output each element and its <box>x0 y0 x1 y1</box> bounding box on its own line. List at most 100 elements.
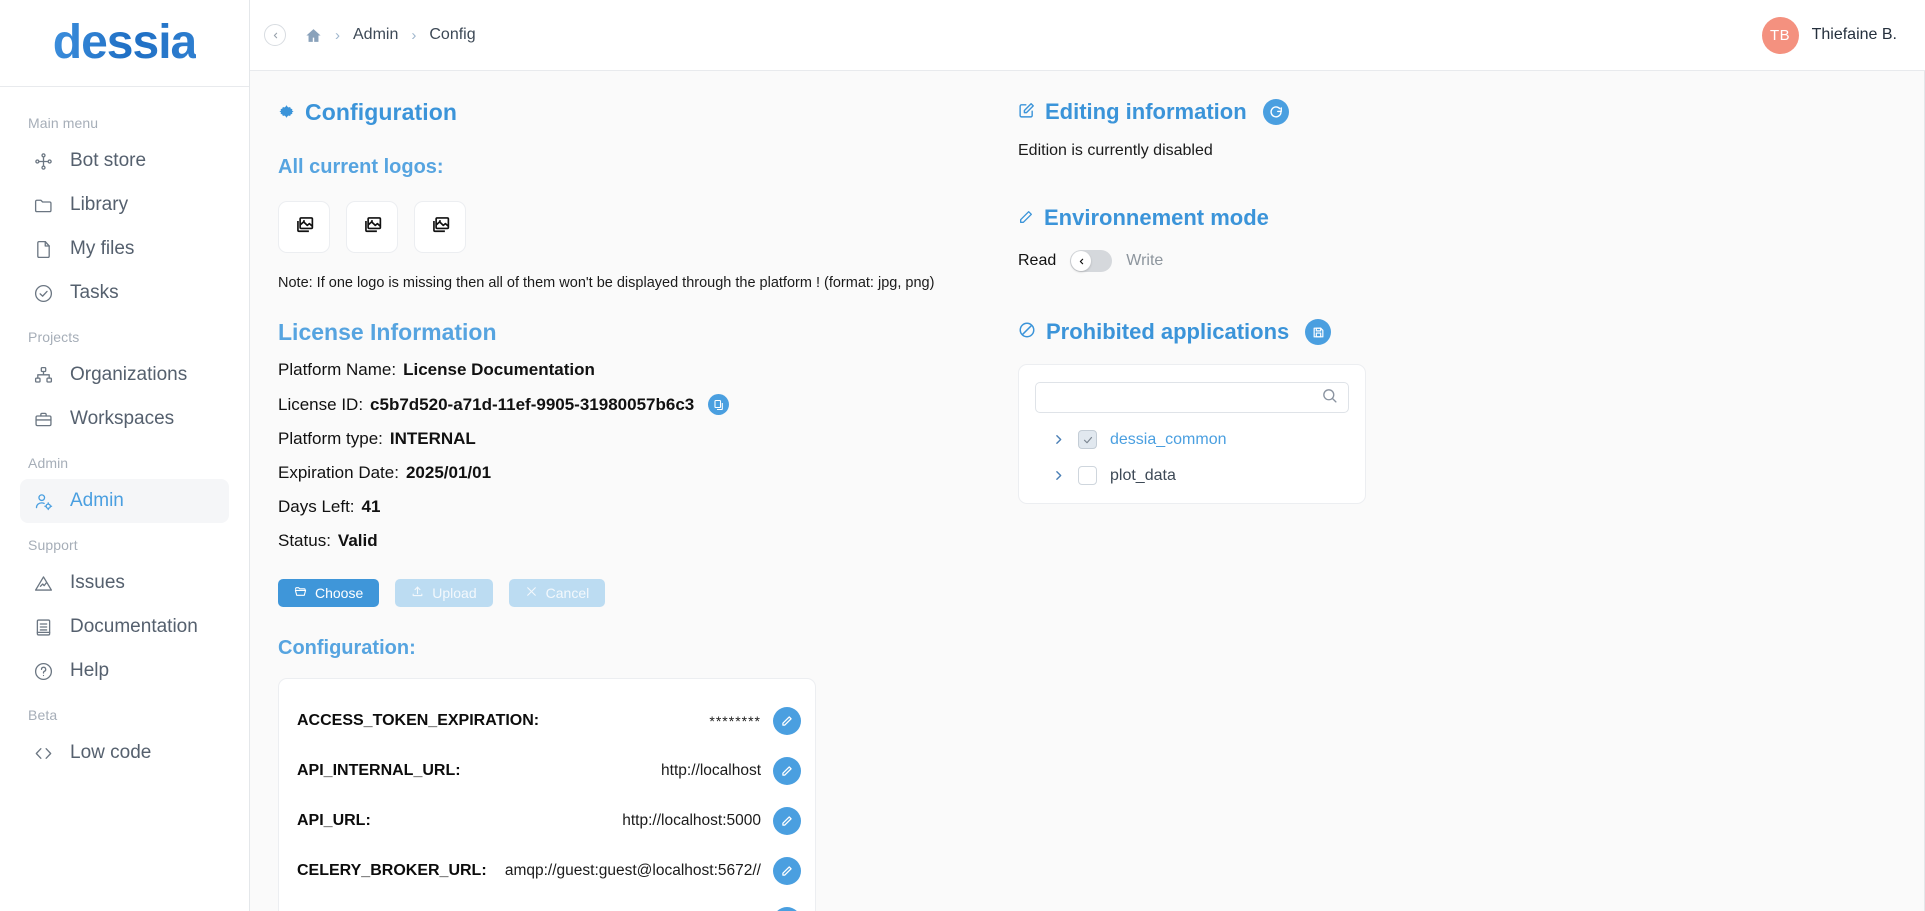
license-title: License Information <box>278 319 497 345</box>
logo-thumb-2[interactable] <box>346 201 398 253</box>
image-icon <box>430 214 451 240</box>
upload-button[interactable]: Upload <box>395 579 493 607</box>
logo-thumb-1[interactable] <box>278 201 330 253</box>
question-circle-icon <box>32 660 54 682</box>
logo-thumb-3[interactable] <box>414 201 466 253</box>
edit-configuration-button[interactable] <box>773 907 801 911</box>
license-field: License ID: c5b7d520-a71d-11ef-9905-31980… <box>278 394 990 415</box>
configuration-row: CELERY_BROKER_URL: amqp://guest:guest@loc… <box>297 847 801 897</box>
sidebar-item-label: Library <box>70 194 129 215</box>
sidebar-item-label: My files <box>70 238 135 259</box>
edit-configuration-button[interactable] <box>773 807 801 835</box>
license-field: Platform Name: License Documentation <box>278 360 990 380</box>
configuration-row-right: http://localhost:5000 <box>622 807 801 835</box>
configuration-row-right <box>761 907 801 911</box>
prohibited-checkbox[interactable] <box>1078 466 1097 485</box>
check-circle-icon <box>32 282 54 304</box>
sidebar-item-help[interactable]: Help <box>20 649 229 693</box>
search-icon[interactable] <box>1321 387 1338 409</box>
search-input[interactable] <box>1048 389 1321 406</box>
configuration-row: API_URL: http://localhost:5000 <box>297 797 801 847</box>
license-field: Expiration Date: 2025/01/01 <box>278 463 990 483</box>
sidebar-section-title: Beta <box>28 707 58 723</box>
environment-mode-switch[interactable] <box>1070 250 1113 272</box>
configuration-row: ACCESS_TOKEN_EXPIRATION: ******** <box>297 697 801 747</box>
file-icon <box>32 238 54 260</box>
save-icon[interactable] <box>1305 319 1332 345</box>
environment-mode-title: Environnement mode <box>1018 205 1925 231</box>
breadcrumb-item-config[interactable]: Config <box>429 26 475 44</box>
prohibited-item-label[interactable]: plot_data <box>1110 467 1176 485</box>
page-title-text: Configuration <box>305 99 458 125</box>
folder-icon <box>32 194 54 216</box>
sidebar-item-admin[interactable]: Admin <box>20 479 229 523</box>
sidebar-item-label: Workspaces <box>70 408 175 429</box>
book-icon <box>32 616 54 638</box>
license-field-label: License ID: <box>278 394 364 414</box>
choose-button[interactable]: Choose <box>278 579 380 607</box>
app-root: dessia Main menu Bot store Library My files… <box>0 0 1925 911</box>
bot-store-icon <box>32 150 54 172</box>
license-field-value: 2025/01/01 <box>405 463 492 482</box>
home-icon[interactable] <box>305 27 322 44</box>
sidebar-item-label: Issues <box>70 572 125 593</box>
brand-logo[interactable]: dessia <box>0 0 249 87</box>
sidebar-collapse-button[interactable] <box>264 24 286 46</box>
page-title: Configuration <box>278 99 990 126</box>
button-label: Cancel <box>545 585 590 601</box>
sidebar-item-label: Admin <box>70 490 124 511</box>
edit-square-icon <box>1018 99 1035 125</box>
breadcrumb-item-admin[interactable]: Admin <box>353 26 398 44</box>
edit-configuration-button[interactable] <box>773 857 801 885</box>
license-field-value: License Documentation <box>403 360 595 379</box>
content-body: Configuration All current logos: Note: I… <box>250 71 1925 911</box>
configuration-row-right: http://localhost <box>661 757 801 785</box>
user-menu[interactable]: TB Thiefaine B. <box>1761 16 1897 54</box>
chevron-right-icon[interactable] <box>1052 433 1065 446</box>
license-field-value: INTERNAL <box>389 429 476 448</box>
sidebar-item-issues[interactable]: Issues <box>20 561 229 605</box>
license-field-value: 41 <box>361 497 381 516</box>
prohibited-search-box[interactable] <box>1035 382 1349 413</box>
sidebar-item-workspaces[interactable]: Workspaces <box>20 397 229 441</box>
sidebar-item-low-code[interactable]: Low code <box>20 731 229 775</box>
logo-thumbnails <box>278 201 990 253</box>
chevron-right-icon[interactable] <box>1052 469 1065 482</box>
avatar: TB <box>1761 16 1799 54</box>
editing-information-title: Editing information <box>1018 99 1925 125</box>
configuration-list-title: Configuration: <box>278 637 416 659</box>
license-field-label: Platform Name: <box>278 360 397 379</box>
breadcrumb: › Admin › Config <box>250 24 476 46</box>
folder-open-icon <box>294 585 307 601</box>
prohibited-item-label[interactable]: dessia_common <box>1110 431 1227 449</box>
edit-configuration-button[interactable] <box>773 757 801 785</box>
close-icon <box>525 585 538 601</box>
sidebar-item-my-files[interactable]: My files <box>20 227 229 271</box>
refresh-icon[interactable] <box>1262 99 1289 125</box>
sidebar-item-label: Organizations <box>70 364 188 385</box>
sidebar-item-library[interactable]: Library <box>20 183 229 227</box>
gear-icon <box>278 99 295 126</box>
button-label: Choose <box>315 585 364 601</box>
pencil-icon <box>1018 205 1034 231</box>
environment-mode-toggle-row: Read Write <box>1018 250 1925 272</box>
sidebar-item-documentation[interactable]: Documentation <box>20 605 229 649</box>
prohibited-applications-panel: dessia_common plot_data <box>1018 364 1366 504</box>
sidebar-item-organizations[interactable]: Organizations <box>20 353 229 397</box>
prohibited-checkbox[interactable] <box>1078 430 1097 449</box>
copy-license-id-button[interactable] <box>708 394 730 415</box>
sidebar-item-tasks[interactable]: Tasks <box>20 271 229 315</box>
configuration-value: http://localhost <box>661 762 761 779</box>
sidebar-section-title: Support <box>28 537 78 553</box>
configuration-key: CELERY_BROKER_URL: <box>297 862 487 879</box>
logos-note: Note: If one logo is missing then all of… <box>278 275 935 291</box>
cancel-button[interactable]: Cancel <box>508 579 606 607</box>
license-field: Status: Valid <box>278 531 990 551</box>
alert-triangle-icon <box>32 572 54 594</box>
button-label: Upload <box>432 585 477 601</box>
edit-configuration-button[interactable] <box>773 707 801 735</box>
sidebar-item-bot-store[interactable]: Bot store <box>20 139 229 183</box>
ban-icon <box>1018 319 1036 345</box>
prohibited-applications-text: Prohibited applications <box>1046 319 1290 344</box>
logos-title: All current logos: <box>278 156 444 178</box>
